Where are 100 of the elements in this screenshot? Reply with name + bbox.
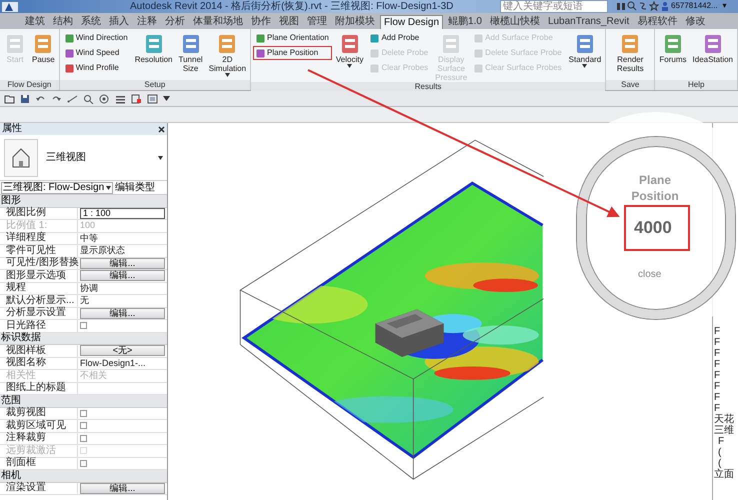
ribbon-button[interactable]: Plane Orientation xyxy=(253,31,332,45)
edit-button[interactable]: 编辑... xyxy=(80,308,165,319)
browser-item[interactable]: F xyxy=(713,436,724,447)
ribbon-tab[interactable]: 管理 xyxy=(304,15,330,29)
browser-item[interactable]: ( xyxy=(713,447,722,458)
edit-button[interactable]: 编辑... xyxy=(80,270,165,282)
browser-item[interactable]: F xyxy=(713,403,720,414)
dialog-title: Plane Position xyxy=(630,172,680,204)
property-label: 零件可见性 xyxy=(0,245,78,256)
edit-type-button[interactable]: 编辑类型 xyxy=(115,182,156,192)
ribbon-button[interactable]: Velocity xyxy=(334,31,366,68)
checkbox[interactable] xyxy=(80,422,87,430)
browser-item[interactable]: F xyxy=(713,392,720,403)
ribbon-button[interactable]: Forums xyxy=(657,31,689,64)
property-label: 规程 xyxy=(0,282,78,294)
dropdown-caret[interactable]: ▾ xyxy=(722,2,727,10)
view-selector[interactable]: 三维视图: Flow-Design xyxy=(1,182,114,194)
browser-item[interactable]: F xyxy=(713,348,720,359)
ribbon-tab[interactable]: 修改 xyxy=(682,15,708,29)
property-value: Flow-Design1-... xyxy=(80,358,146,368)
swirl-icon xyxy=(638,1,648,11)
panel-label: Save xyxy=(606,80,654,90)
ribbon-tab[interactable]: 分析 xyxy=(162,15,188,29)
browser-item[interactable]: F xyxy=(713,381,720,392)
section-header[interactable]: 标识数据 xyxy=(0,332,167,345)
redo-icon xyxy=(51,94,62,104)
user-name: 657781442... xyxy=(671,2,718,10)
ribbon-button[interactable]: Standard xyxy=(566,31,604,68)
ribbon-button[interactable]: IdeaStation xyxy=(690,31,735,64)
property-field[interactable]: 1 : 100 xyxy=(80,208,165,219)
checkbox[interactable] xyxy=(80,434,87,442)
edit-button[interactable]: <无> xyxy=(80,345,165,356)
property-value: 不相关 xyxy=(80,371,107,380)
edit-button[interactable]: 编辑... xyxy=(80,258,165,269)
checkbox[interactable] xyxy=(80,322,87,330)
browser-item[interactable]: F xyxy=(713,370,720,381)
browser-item[interactable]: F xyxy=(713,337,720,348)
ribbon-tab[interactable]: 协作 xyxy=(248,15,274,29)
ribbon-tab[interactable]: Flow Design xyxy=(380,15,444,29)
edit-button[interactable]: 编辑... xyxy=(80,482,165,494)
browser-item[interactable]: F xyxy=(713,359,720,370)
search-icon xyxy=(627,1,637,11)
ribbon-button[interactable]: Resolution xyxy=(132,31,175,64)
property-label: 渲染设置 xyxy=(0,482,78,494)
property-label: 视图名称 xyxy=(0,358,78,369)
ribbon-button[interactable]: Wind Profile xyxy=(62,61,131,75)
close-icon xyxy=(158,126,165,132)
ribbon-tab[interactable]: 建筑 xyxy=(22,15,48,29)
building-drawing xyxy=(375,309,444,357)
folder-icon xyxy=(4,94,15,104)
ribbon-button[interactable]: Wind Direction xyxy=(62,31,131,45)
ribbon-tab[interactable]: 橄榄山快模 xyxy=(486,15,543,29)
ribbon-button[interactable]: 2D Simulation xyxy=(206,31,248,77)
ribbon-button[interactable]: Tunnel Size xyxy=(176,31,205,73)
browser-item[interactable]: 立面 xyxy=(713,469,734,480)
browser-item[interactable]: ( xyxy=(713,458,722,469)
measure-icon xyxy=(67,94,78,104)
target-icon xyxy=(99,94,110,104)
browser-item[interactable]: 天花 xyxy=(713,414,734,425)
ribbon-button[interactable]: Plane Position xyxy=(253,46,332,60)
checkbox[interactable] xyxy=(80,460,87,467)
property-label: 注释裁剪 xyxy=(0,432,78,444)
ribbon-tab[interactable]: 体量和场地 xyxy=(190,15,246,29)
property-label: 日光路径 xyxy=(0,320,78,332)
ribbon-tab[interactable]: 视图 xyxy=(276,15,302,29)
browser-item[interactable]: F xyxy=(713,326,720,337)
section-header[interactable]: 相机 xyxy=(0,470,167,482)
property-value: 无 xyxy=(80,296,89,306)
property-value: 显示原状态 xyxy=(80,246,125,256)
ribbon-button[interactable]: Render Results xyxy=(608,31,652,73)
caret-icon xyxy=(163,96,170,101)
save-icon xyxy=(20,94,30,104)
section-header[interactable]: 范围 xyxy=(0,395,167,408)
ribbon-tab[interactable]: 插入 xyxy=(106,15,132,29)
ribbon-button[interactable]: Add Probe xyxy=(367,31,432,45)
close-button[interactable]: close xyxy=(638,270,662,280)
panel-title: 属性 xyxy=(2,124,22,134)
ribbon-tab[interactable]: 附加模块 xyxy=(332,15,378,29)
plane-position-field[interactable]: 4000 xyxy=(624,205,690,251)
star-icon xyxy=(649,1,659,11)
checkbox[interactable] xyxy=(80,410,87,417)
window-title: Autodesk Revit 2014 - 格后街分析(恢复).rvt - 三维视图: Flow-Design1-3D xyxy=(130,2,454,12)
ribbon-tab[interactable]: 结构 xyxy=(50,15,76,29)
property-value: 中等 xyxy=(80,234,98,243)
caret-icon xyxy=(158,156,163,160)
close-view-icon xyxy=(131,94,142,104)
section-header[interactable]: 图形 xyxy=(0,195,167,208)
ribbon-button[interactable]: Pause xyxy=(30,31,57,64)
browser-item[interactable]: 三维 xyxy=(713,425,734,436)
app-logo-icon xyxy=(0,0,20,12)
ribbon-tab[interactable]: 易程软件 xyxy=(634,15,680,29)
type-name: 三维视图 xyxy=(46,152,87,162)
ribbon-tab[interactable]: 系统 xyxy=(78,15,104,29)
ribbon-tab[interactable]: 鲲鹏1.0 xyxy=(445,15,485,29)
ribbon-tab[interactable]: 注释 xyxy=(134,15,160,29)
panel-label: Flow Design xyxy=(0,80,59,90)
property-label: 视图样板 xyxy=(0,345,78,356)
ribbon-button[interactable]: Wind Speed xyxy=(62,46,131,60)
ribbon-tab[interactable]: LubanTrans_Revit xyxy=(544,15,632,29)
property-label: 裁剪区域可见 xyxy=(0,420,78,432)
